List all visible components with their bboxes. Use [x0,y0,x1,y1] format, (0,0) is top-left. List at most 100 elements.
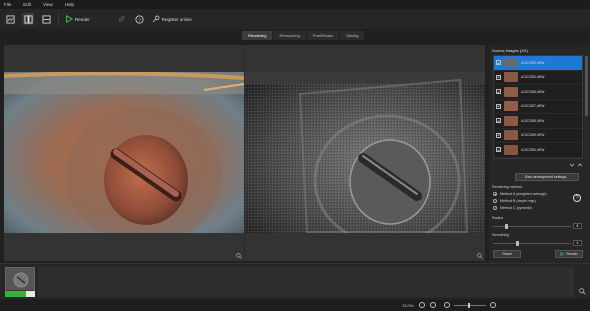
result-image [245,72,485,233]
zoom-slider-track[interactable] [454,304,486,306]
radio-method-a[interactable] [493,192,497,196]
tab-post-studio[interactable]: Post/Studio [306,31,340,40]
check-icon [497,105,500,108]
smoothing-value[interactable]: 4 [573,240,582,246]
toolbar-separator [58,13,59,25]
checkbox[interactable] [496,74,501,80]
help-button[interactable]: ? [134,13,146,25]
zoom-in-icon[interactable] [490,302,496,308]
menu-view[interactable]: View [43,2,53,7]
render-button-label: Render [566,252,578,256]
file-name: A13C2526.ARW [521,89,545,94]
progress-bar-done [5,291,26,297]
list-scrollbar[interactable] [584,55,588,159]
thumbnail [504,72,518,83]
brush-icon [119,15,125,21]
checkbox[interactable] [496,103,501,109]
retouch-button[interactable] [116,13,128,25]
smoothing-slider-track[interactable] [493,243,571,244]
radius-value[interactable]: 8 [573,223,582,229]
checkbox[interactable] [496,147,501,153]
file-name: A13C2530.ARW [521,147,545,152]
raw-development-settings-button[interactable]: Raw development settings... [515,173,579,181]
list-item[interactable]: A13C2530.ARW [494,143,582,158]
tab-retouching[interactable]: Retouching [273,31,306,40]
zoom-level: 13.0% [402,302,414,308]
single-view-button[interactable] [4,13,16,25]
split-view-icon [41,14,51,24]
key-icon [152,15,160,23]
list-item[interactable]: A13C2519.ARW [494,56,582,71]
method-b-label: Method B (depth map) [500,199,536,203]
tab-saving[interactable]: Saving [340,31,365,40]
menu-file[interactable]: File [4,2,11,7]
chevron-up-icon[interactable] [577,162,583,168]
check-icon [497,90,500,94]
search-icon[interactable] [579,288,586,295]
project-thumbnail-image [6,268,34,290]
method-a-label: Method A (weighted average) [500,192,547,196]
list-item[interactable]: A13C2528.ARW [494,114,582,129]
scrollbar-thumb[interactable] [584,56,588,116]
progress-bar-remaining [26,291,35,297]
radius-slider-handle[interactable] [505,223,508,229]
smoothing-label: Smoothing [492,233,510,237]
thumbnail [504,86,518,97]
file-name: A13C2527.ARW [521,104,545,109]
zoom-100-icon[interactable] [430,302,436,308]
file-name: A13C2529.ARW [521,133,545,138]
single-view-icon [5,14,15,24]
thumbnail [504,130,518,141]
raw-settings-label: Raw development settings... [525,175,569,179]
menu-bar: File Edit View Help [0,0,590,9]
register-label: Register online [161,16,192,22]
split-view-button[interactable] [40,13,52,25]
checkbox[interactable] [496,60,501,66]
render-button-panel[interactable]: Render [555,250,583,258]
play-icon [560,252,565,256]
file-name: A13C2520.ARW [521,75,545,80]
status-bar: 13.0% [0,299,590,311]
check-icon [497,61,500,65]
reset-button[interactable]: Reset [493,250,521,258]
zoom-icon[interactable] [236,253,242,259]
zoom-fit-icon[interactable] [419,302,425,308]
radius-label: Radius [492,216,504,220]
thumbnail [504,115,518,126]
thumbnail [504,57,518,68]
checkbox[interactable] [496,89,501,95]
source-image [4,72,244,233]
chevron-down-icon[interactable] [569,162,575,168]
list-item[interactable]: A13C2526.ARW [494,85,582,100]
menu-help[interactable]: Help [65,2,74,7]
side-by-side-view-button[interactable] [22,13,34,25]
zoom-out-icon[interactable] [444,302,450,308]
thumbnail [504,101,518,112]
image-viewer [4,45,485,261]
rendering-method-title: Rendering method [492,185,522,189]
result-image-pane[interactable] [245,45,485,261]
zoom-slider-handle[interactable] [468,302,470,308]
list-item[interactable]: A13C2527.ARW [494,100,582,114]
list-item[interactable]: A13C2529.ARW [494,129,582,143]
menu-edit[interactable]: Edit [23,2,31,7]
smoothing-slider-handle[interactable] [516,240,519,246]
radio-method-b[interactable] [493,199,497,203]
render-label: Render [75,16,90,22]
source-image-list[interactable]: A13C2519.ARW A13C2520.ARW A13C2526.ARW A… [493,55,583,159]
tab-rendering[interactable]: Rendering [242,31,273,40]
rendering-help-icon[interactable]: ? [573,194,581,202]
checkbox[interactable] [496,132,501,138]
checkbox[interactable] [496,118,501,124]
list-nav [569,162,583,168]
list-item[interactable]: A13C2520.ARW [494,71,582,85]
source-image-pane[interactable] [4,45,244,261]
register-online-button[interactable]: Register online [152,15,192,23]
radio-method-c[interactable] [493,206,497,210]
filmstrip-area[interactable] [38,267,574,297]
help-icon: ? [135,14,144,24]
render-button[interactable]: Render [65,15,90,23]
zoom-icon[interactable] [477,253,483,259]
check-icon [497,76,500,79]
play-icon [66,15,73,23]
